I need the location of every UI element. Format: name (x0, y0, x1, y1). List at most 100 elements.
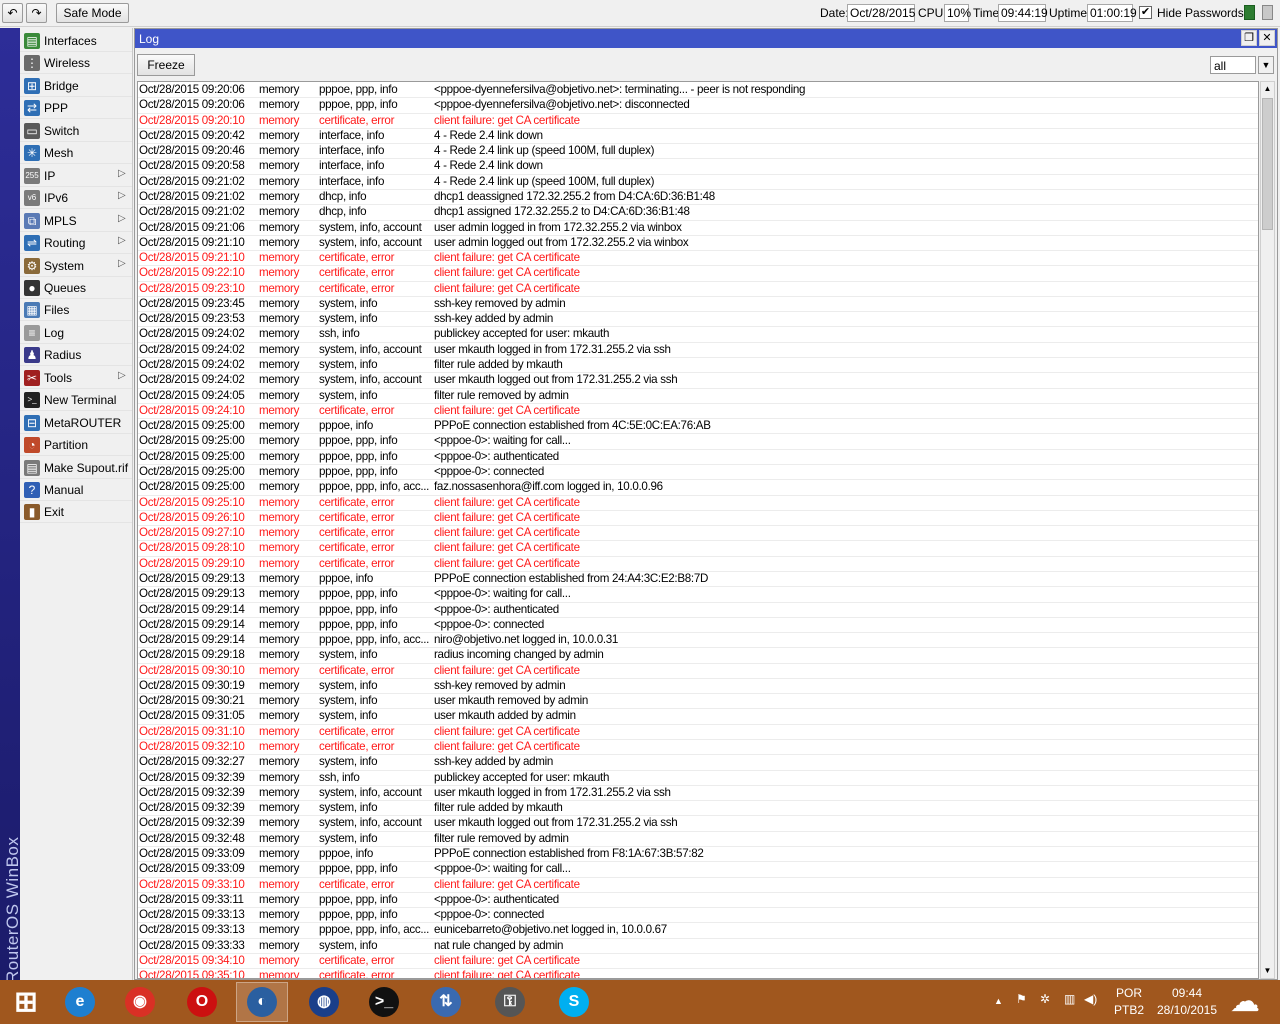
log-row[interactable]: Oct/28/2015 09:24:02 memory system, info fi… (138, 358, 1258, 374)
log-list[interactable]: Oct/28/2015 09:20:06 memory pppoe, ppp, in… (137, 81, 1259, 979)
log-row[interactable]: Oct/28/2015 09:26:10 memory certificate, e… (138, 511, 1258, 527)
log-row[interactable]: Oct/28/2015 09:21:10 memory system, info, … (138, 236, 1258, 252)
log-row[interactable]: Oct/28/2015 09:25:10 memory certificate, e… (138, 496, 1258, 511)
log-row[interactable]: Oct/28/2015 09:24:02 memory system, info, … (138, 343, 1258, 359)
log-row[interactable]: Oct/28/2015 09:24:02 memory ssh, info publi… (138, 327, 1258, 343)
log-row[interactable]: Oct/28/2015 09:25:00 memory pppoe, ppp, in… (138, 480, 1258, 496)
log-row[interactable]: Oct/28/2015 09:24:10 memory certificate, e… (138, 404, 1258, 420)
log-row[interactable]: Oct/28/2015 09:23:10 memory certificate, e… (138, 282, 1258, 297)
log-row[interactable]: Oct/28/2015 09:32:48 memory system, info fi… (138, 832, 1258, 848)
log-row[interactable]: Oct/28/2015 09:35:10 memory certificate, e… (138, 969, 1258, 978)
log-row[interactable]: Oct/28/2015 09:32:10 memory certificate, e… (138, 740, 1258, 756)
log-row[interactable]: Oct/28/2015 09:33:13 memory pppoe, ppp, in… (138, 908, 1258, 924)
log-row[interactable]: Oct/28/2015 09:29:14 memory pppoe, ppp, in… (138, 633, 1258, 649)
freeze-button[interactable]: Freeze (137, 54, 195, 76)
log-row[interactable]: Oct/28/2015 09:29:10 memory certificate, e… (138, 557, 1258, 572)
clock-time[interactable]: 09:44 (1154, 986, 1220, 1000)
log-row[interactable]: Oct/28/2015 09:32:39 memory system, info, … (138, 786, 1258, 802)
log-row[interactable]: Oct/28/2015 09:25:00 memory pppoe, info PPP… (138, 419, 1258, 435)
hide-passwords-checkbox[interactable]: ✔ (1139, 6, 1152, 19)
log-row[interactable]: Oct/28/2015 09:24:05 memory system, info fi… (138, 389, 1258, 404)
sidebar-item-log[interactable]: ≡ Log (20, 322, 132, 344)
log-row[interactable]: Oct/28/2015 09:33:09 memory pppoe, ppp, in… (138, 862, 1258, 878)
sidebar-item-queues[interactable]: ● Queues (20, 277, 132, 299)
log-row[interactable]: Oct/28/2015 09:32:39 memory system, info, … (138, 816, 1258, 832)
input-language[interactable]: POR (1112, 986, 1146, 1000)
log-row[interactable]: Oct/28/2015 09:32:39 memory system, info fi… (138, 801, 1258, 817)
log-row[interactable]: Oct/28/2015 09:21:02 memory interface, inf… (138, 175, 1258, 190)
vertical-scrollbar[interactable]: ▲ ▼ (1260, 81, 1275, 979)
log-row[interactable]: Oct/28/2015 09:22:10 memory certificate, e… (138, 266, 1258, 282)
action-center-flag-icon[interactable]: ⚑ (1016, 992, 1027, 1006)
log-window-titlebar[interactable]: Log ❐ ✕ (135, 29, 1277, 48)
log-row[interactable]: Oct/28/2015 09:32:27 memory system, info ss… (138, 755, 1258, 771)
tray-overflow-icon[interactable]: ▲ (994, 996, 1003, 1006)
chrome-taskbar-button[interactable]: ◉ (114, 982, 166, 1022)
log-row[interactable]: Oct/28/2015 09:25:00 memory pppoe, ppp, in… (138, 465, 1258, 481)
opera-taskbar-button[interactable]: O (176, 982, 228, 1022)
log-row[interactable]: Oct/28/2015 09:29:18 memory system, info ra… (138, 648, 1258, 664)
tray-app-icon[interactable]: ✲ (1040, 992, 1050, 1006)
log-row[interactable]: Oct/28/2015 09:30:19 memory system, info ss… (138, 679, 1258, 695)
log-row[interactable]: Oct/28/2015 09:31:05 memory system, info us… (138, 709, 1258, 725)
sidebar-item-tools[interactable]: ✂ Tools ▷ (20, 367, 132, 389)
sidebar-item-wireless[interactable]: ⋮ Wireless (20, 52, 132, 75)
log-row[interactable]: Oct/28/2015 09:33:33 memory system, info na… (138, 939, 1258, 954)
log-row[interactable]: Oct/28/2015 09:20:10 memory certificate, e… (138, 114, 1258, 129)
sidebar-item-bridge[interactable]: ⊞ Bridge (20, 75, 132, 97)
sidebar-item-system[interactable]: ⚙ System ▷ (20, 255, 132, 277)
sidebar-item-make-supout-rif[interactable]: ▤ Make Supout.rif (20, 457, 132, 479)
cmd-taskbar-button[interactable]: >_ (358, 982, 410, 1022)
log-row[interactable]: Oct/28/2015 09:24:02 memory system, info, … (138, 373, 1258, 389)
sidebar-item-files[interactable]: ▦ Files (20, 299, 132, 322)
redo-button[interactable]: ↷ (26, 3, 47, 23)
skype-taskbar-button[interactable]: S (548, 982, 600, 1022)
log-row[interactable]: Oct/28/2015 09:29:14 memory pppoe, ppp, in… (138, 618, 1258, 634)
sidebar-item-partition[interactable]: ◔ Partition (20, 434, 132, 457)
log-row[interactable]: Oct/28/2015 09:29:13 memory pppoe, ppp, in… (138, 587, 1258, 603)
sidebar-item-mesh[interactable]: ✳ Mesh (20, 142, 132, 165)
log-row[interactable]: Oct/28/2015 09:21:10 memory certificate, e… (138, 251, 1258, 267)
safe-mode-button[interactable]: Safe Mode (56, 3, 129, 23)
log-row[interactable]: Oct/28/2015 09:20:06 memory pppoe, ppp, in… (138, 98, 1258, 114)
log-row[interactable]: Oct/28/2015 09:29:13 memory pppoe, info PPP… (138, 572, 1258, 588)
sidebar-item-switch[interactable]: ▭ Switch (20, 120, 132, 142)
log-row[interactable]: Oct/28/2015 09:32:39 memory ssh, info publi… (138, 771, 1258, 786)
log-row[interactable]: Oct/28/2015 09:30:10 memory certificate, e… (138, 664, 1258, 679)
log-row[interactable]: Oct/28/2015 09:33:13 memory pppoe, ppp, in… (138, 923, 1258, 939)
restore-button[interactable]: ❐ (1241, 30, 1257, 46)
log-row[interactable]: Oct/28/2015 09:23:53 memory system, info ss… (138, 312, 1258, 328)
log-row[interactable]: Oct/28/2015 09:21:06 memory system, info, … (138, 221, 1258, 236)
log-row[interactable]: Oct/28/2015 09:27:10 memory certificate, e… (138, 526, 1258, 542)
log-row[interactable]: Oct/28/2015 09:34:10 memory certificate, e… (138, 954, 1258, 970)
network-tool-taskbar-button[interactable]: ⇅ (420, 982, 472, 1022)
clock-date[interactable]: 28/10/2015 (1154, 1003, 1220, 1017)
log-row[interactable]: Oct/28/2015 09:20:46 memory interface, inf… (138, 144, 1258, 160)
sidebar-item-new-terminal[interactable]: >_ New Terminal (20, 389, 132, 412)
log-row[interactable]: Oct/28/2015 09:29:14 memory pppoe, ppp, in… (138, 603, 1258, 618)
log-row[interactable]: Oct/28/2015 09:33:10 memory certificate, e… (138, 878, 1258, 893)
log-row[interactable]: Oct/28/2015 09:31:10 memory certificate, e… (138, 725, 1258, 741)
scroll-down-arrow-icon[interactable]: ▼ (1261, 964, 1274, 978)
sidebar-item-routing[interactable]: ⇌ Routing ▷ (20, 232, 132, 255)
winbox-taskbar-button[interactable]: ◐ (236, 982, 288, 1022)
log-row[interactable]: Oct/28/2015 09:33:11 memory pppoe, ppp, in… (138, 893, 1258, 909)
log-row[interactable]: Oct/28/2015 09:21:02 memory dhcp, info dhcp… (138, 190, 1258, 206)
close-button[interactable]: ✕ (1259, 30, 1275, 46)
sidebar-item-interfaces[interactable]: ▤ Interfaces (20, 30, 132, 52)
scroll-up-arrow-icon[interactable]: ▲ (1261, 82, 1274, 96)
keyboard-layout[interactable]: PTB2 (1112, 1003, 1146, 1017)
google-earth-taskbar-button[interactable]: ◍ (298, 982, 350, 1022)
sidebar-item-ipv6[interactable]: v6 IPv6 ▷ (20, 187, 132, 210)
log-row[interactable]: Oct/28/2015 09:33:09 memory pppoe, info PPP… (138, 847, 1258, 863)
sidebar-item-ppp[interactable]: ⇄ PPP (20, 97, 132, 120)
sidebar-item-ip[interactable]: 255 IP ▷ (20, 165, 132, 187)
log-row[interactable]: Oct/28/2015 09:30:21 memory system, info us… (138, 694, 1258, 710)
log-row[interactable]: Oct/28/2015 09:20:58 memory interface, inf… (138, 159, 1258, 175)
volume-icon[interactable]: ◀) (1084, 992, 1097, 1006)
sidebar-item-radius[interactable]: ♟ Radius (20, 344, 132, 367)
sidebar-item-metarouter[interactable]: ⊟ MetaROUTER (20, 412, 132, 434)
internet-explorer-taskbar-button[interactable]: e (54, 982, 106, 1022)
topic-filter-select[interactable]: all (1210, 56, 1256, 74)
undo-button[interactable]: ↶ (2, 3, 23, 23)
